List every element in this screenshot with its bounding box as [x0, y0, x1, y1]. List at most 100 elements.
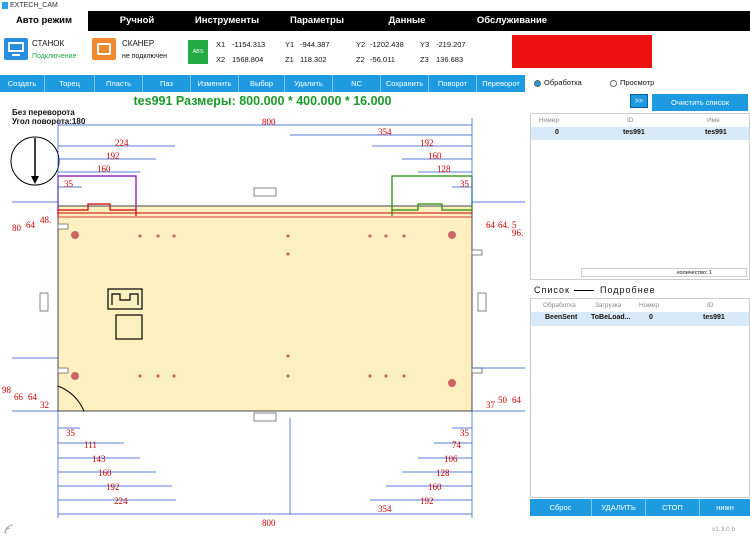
coord-x1-label: X1 — [216, 40, 226, 49]
dim-left-32: 32 — [40, 400, 49, 410]
dim-top-192-left: 192 — [106, 151, 120, 161]
dim-left-48: 48. — [40, 215, 51, 225]
dim-right-37: 37 — [486, 400, 496, 410]
dim-left-80: 80 — [12, 223, 22, 233]
status-row: СТАНОК Подключение СКАНЕР не подключен A… — [0, 31, 750, 74]
main-menu: Авто режим Ручной Инструменты Параметры … — [0, 11, 750, 31]
rotation-indicator-icon — [10, 136, 60, 186]
tool-nc-button[interactable]: NC — [333, 75, 381, 92]
job-details-panel: Обработка Загрузка Номер ID BeenSent ToB… — [530, 298, 750, 498]
dim-left-64b: 64 — [28, 392, 38, 402]
coord-x2-label: X2 — [216, 55, 226, 64]
row-id: tes991 — [623, 129, 645, 136]
menu-auto-mode[interactable]: Авто режим — [0, 11, 88, 31]
tool-flip-button[interactable]: Переворот — [477, 75, 525, 92]
dim-bot-192-left: 192 — [106, 482, 120, 492]
tool-save-button[interactable]: Сохранить — [381, 75, 429, 92]
tool-face-button[interactable]: Пласть — [95, 75, 143, 92]
tab-divider — [574, 290, 594, 291]
tool-rotate-button[interactable]: Поворот — [429, 75, 477, 92]
part-title: tes991 Размеры: 800.000 * 400.000 * 16.0… — [133, 94, 392, 108]
stop-button[interactable]: СТОП — [646, 499, 700, 516]
tool-groove-button[interactable]: Паз — [143, 75, 191, 92]
wifi-icon — [4, 524, 14, 534]
dim-top-128: 128 — [437, 164, 451, 174]
next-button[interactable]: >> — [630, 94, 648, 108]
row2-load: ToBeLoad... — [591, 314, 631, 321]
dim-bot-143: 143 — [92, 454, 106, 464]
dim-bot-128: 128 — [436, 468, 450, 478]
tool-modify-button[interactable]: Изменить — [191, 75, 239, 92]
window-titlebar: EXTECH_CAM — [0, 0, 750, 11]
dim-left-64: 64 — [26, 220, 36, 230]
tab-list[interactable]: Список — [534, 285, 570, 295]
scanner-status: не подключен — [122, 53, 168, 60]
row2-id: tes991 — [703, 314, 725, 321]
dim-bot-800: 800 — [262, 518, 276, 528]
col-header-num: Номер — [539, 117, 560, 124]
dim-bot-35-left: 35 — [66, 428, 76, 438]
dim-bot-111: 111 — [84, 440, 97, 450]
lower-button[interactable]: нижн — [700, 499, 750, 516]
table-row[interactable]: BeenSent ToBeLoad... 0 tes991 — [531, 312, 749, 326]
col-header-name: Имя — [707, 117, 720, 124]
row2-process: BeenSent — [545, 314, 578, 321]
dim-right-64: 64 — [486, 220, 496, 230]
menu-data[interactable]: Данные — [362, 11, 452, 31]
dim-bot-354: 354 — [378, 504, 392, 514]
coord-y2: -1202.438 — [370, 40, 404, 49]
tool-select-button[interactable]: Выбор — [239, 75, 285, 92]
tool-edge-button[interactable]: Торец — [45, 75, 95, 92]
col2-header-num: Номер — [639, 302, 660, 309]
coord-y3: -219.207 — [436, 40, 466, 49]
app-logo-icon — [2, 2, 8, 9]
clear-list-button[interactable]: Очистить список — [652, 94, 748, 111]
dim-bot-106: 106 — [444, 454, 458, 464]
machine-label: СТАНОК — [32, 39, 65, 48]
job-list-panel: Номер ID Имя 0 tes991 tes991 количество:… — [530, 113, 750, 280]
window-title: EXTECH_CAM — [10, 2, 58, 9]
menu-service[interactable]: Обслуживание — [452, 11, 572, 31]
col-header-id: ID — [627, 117, 634, 124]
menu-tools[interactable]: Инструменты — [182, 11, 272, 31]
row-num: 0 — [555, 129, 559, 136]
radio-view[interactable] — [610, 80, 617, 87]
tab-details[interactable]: Подробнее — [600, 285, 656, 295]
part-drawing-canvas[interactable]: 800 354 224 192 192 160 160 128 35 35 80… — [0, 118, 528, 528]
reset-button[interactable]: Сброс — [530, 499, 592, 516]
tool-delete-button[interactable]: Удалить — [285, 75, 333, 92]
flip-status: Без переворота — [12, 108, 75, 117]
dim-top-224: 224 — [115, 138, 129, 148]
dim-right-96: 96. — [512, 228, 523, 238]
editor-toolbar: Создать Торец Пласть Паз Изменить Выбор … — [0, 75, 525, 92]
dim-right-64b: 64. — [498, 220, 509, 230]
coord-y1: -944.387 — [300, 40, 330, 49]
abs-badge: ABS — [188, 40, 208, 64]
dim-left-98: 98 — [2, 385, 12, 395]
alarm-indicator — [512, 35, 652, 68]
radio-process[interactable] — [534, 80, 541, 87]
menu-manual[interactable]: Ручной — [92, 11, 182, 31]
dim-right-50: 50 — [498, 395, 508, 405]
dim-bot-74: 74 — [452, 440, 462, 450]
dim-top-35-left: 35 — [64, 179, 74, 189]
coord-x1: -1154.313 — [232, 40, 266, 49]
coord-y1-label: Y1 — [285, 40, 295, 49]
coord-z3-label: Z3 — [420, 55, 429, 64]
radio-view-label: Просмотр — [620, 78, 655, 87]
table-row[interactable]: 0 tes991 tes991 — [531, 127, 749, 140]
dim-left-66: 66 — [14, 392, 24, 402]
tool-create-button[interactable]: Создать — [0, 75, 45, 92]
coord-z3: 136.683 — [436, 55, 464, 64]
bottom-action-bar: Сброс УДАЛИТЬ СТОП нижн — [530, 499, 750, 516]
dim-bot-224: 224 — [114, 496, 128, 506]
dim-bot-192-right: 192 — [420, 496, 434, 506]
dim-top-354: 354 — [378, 127, 392, 137]
version-label: v1.3.0 b — [712, 526, 736, 533]
coord-y3-label: Y3 — [420, 40, 430, 49]
delete-button[interactable]: УДАЛИТЬ — [592, 499, 646, 516]
menu-parameters[interactable]: Параметры — [272, 11, 362, 31]
col2-header-process: Обработка — [543, 302, 576, 309]
dim-right-64c: 64 — [512, 395, 522, 405]
dim-top-160-left: 160 — [97, 164, 111, 174]
